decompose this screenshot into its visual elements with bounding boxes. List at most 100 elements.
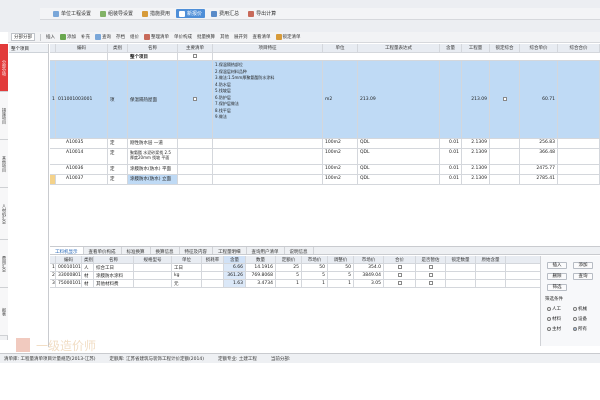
side-tab-resources[interactable]: 人材机汇总 [0, 188, 8, 240]
checkbox[interactable] [428, 281, 433, 285]
resource-row[interactable]: 3 75000101 材 其他材料费 元 1.63 3.4734 1 1 1 3… [50, 280, 540, 288]
side-tab-divisions[interactable]: 分部分项 [0, 44, 8, 92]
tab-user-list[interactable]: 查询用户清单 [247, 247, 285, 255]
unit-price-button[interactable]: 单价构成 [174, 34, 192, 40]
checkbox[interactable] [428, 265, 433, 269]
expand-to-button[interactable]: 展开到 [234, 34, 248, 40]
bill-table: 编码 类别 名称 主要清单 项目特征 单位 工程量表达式 含量 工程量 锁定综合… [50, 44, 600, 244]
status-quota-library: 定额库: 江苏省建筑与装饰工程计价定额(2014) [109, 356, 204, 362]
header-unit-price: 综合单价 [520, 44, 558, 52]
batch-convert-button[interactable]: 批量换算 [197, 34, 215, 40]
resource-action-panel: 插入 添加 删除 查询 筛选 筛选条件 人工 机械 材料 设备 主材 所有 [540, 256, 600, 346]
filter-main-material[interactable]: 主材 [547, 326, 561, 332]
tab-description[interactable]: 说明信息 [285, 247, 314, 255]
project-tree: 整个项目 [9, 44, 49, 347]
export-icon [248, 10, 255, 17]
tab-price-composition[interactable]: 查看单价构成 [84, 247, 122, 255]
row-name: 保温隔热屋面 [128, 61, 178, 138]
lock-list-button[interactable]: 锁定清单 [275, 34, 301, 40]
checkbox[interactable] [502, 97, 507, 101]
header-name: 名称 [128, 44, 178, 52]
checkbox[interactable] [193, 97, 197, 101]
filter-material[interactable]: 材料 [547, 316, 561, 322]
header-quantity: 工程量 [462, 44, 490, 52]
resource-table-header: 编码 类别 名称 规格型号 单位 损耗率 含量 数量 定额价 市场价 调整价 市… [50, 256, 540, 264]
tab-conversion-info[interactable]: 换算信息 [151, 247, 180, 255]
tab-new-quote[interactable]: 新报价 [176, 9, 206, 18]
bottom-band [0, 364, 600, 400]
pricing-button[interactable]: 组价 [130, 34, 139, 40]
tab-export[interactable]: 导出计算 [245, 9, 279, 18]
add-resource-button[interactable]: 添加 [573, 262, 593, 269]
checkbox[interactable] [397, 273, 402, 277]
watermark-text: 一级造价师 [36, 339, 96, 353]
side-tab-measures[interactable]: 措施项目 [0, 92, 8, 140]
radio[interactable] [547, 306, 551, 311]
list-icon [144, 34, 150, 40]
grid-icon [100, 10, 107, 17]
status-quota-major: 定额专业: 土建工程 [217, 356, 257, 362]
tab-quantity-detail[interactable]: 工程量明细 [213, 247, 247, 255]
table-row[interactable]: A10037 定 涂膜防水(防水) 立面 100m2 QDL 0.01 2.13… [50, 175, 600, 185]
table-group-row[interactable]: 整个项目 [50, 53, 600, 61]
tab-measures-fee[interactable]: 措施费用 [139, 9, 173, 18]
header-feature: 项目特征 [213, 44, 323, 52]
module-toolbar: 单位工程设置 组装导设置 措施费用 新报价 费用汇总 导出计算 [40, 8, 600, 20]
tab-features[interactable]: 特征及内容 [180, 247, 213, 255]
tab-fee-summary[interactable]: 费用汇总 [208, 9, 242, 18]
detail-tabs: 工料机显示 查看单价构成 标准换算 换算信息 特征及内容 工程量明细 查询用户清… [50, 246, 600, 255]
filter-all[interactable]: 所有 [573, 326, 587, 332]
query-resource-button[interactable]: 查询 [573, 273, 593, 280]
tab-resources[interactable]: 工料机显示 [50, 247, 84, 255]
filter-labor[interactable]: 人工 [547, 306, 561, 312]
table-row-selected[interactable]: 1 011001003001 项 保温隔热屋面 1.保温隔热部位 2.保温层材料… [50, 61, 600, 139]
header-code: 编码 [56, 44, 108, 52]
insert-button[interactable]: 插入 [46, 34, 55, 40]
radio[interactable] [547, 316, 551, 321]
filter-machine[interactable]: 机械 [573, 306, 587, 312]
radio-selected[interactable] [573, 326, 577, 331]
resource-row[interactable]: 2 33000801 材 涂膜防水涂料 kg 361.26 769.8068 5… [50, 272, 540, 280]
checkbox[interactable] [397, 265, 402, 269]
delete-resource-button[interactable]: 删除 [547, 273, 567, 280]
sum-icon [211, 10, 218, 17]
table-row[interactable]: A10035 定 刚性防水层 一道 100m2 QDL 0.01 2.1309 … [50, 139, 600, 149]
checkbox[interactable] [428, 273, 433, 277]
filter-equipment[interactable]: 设备 [573, 316, 587, 322]
tab-standard-conversion[interactable]: 标准换算 [122, 247, 151, 255]
document-icon [179, 10, 186, 17]
resource-table: 编码 类别 名称 规格型号 单位 损耗率 含量 数量 定额价 市场价 调整价 市… [50, 256, 540, 328]
add-button[interactable]: 添加 [60, 34, 76, 40]
insert-resource-button[interactable]: 插入 [547, 262, 567, 269]
filter-title: 筛选条件 [545, 297, 563, 302]
tidy-list-button[interactable]: 整理清单 [144, 34, 169, 40]
add-icon [60, 34, 66, 40]
edit-toolbar: 分部分部 插入 添加 补充 查询 存档 组价 整理清单 单价构成 批量换算 其他… [8, 32, 600, 43]
tab-unit-settings[interactable]: 单位工程设置 [50, 9, 94, 18]
radio[interactable] [573, 306, 577, 311]
checkbox[interactable] [397, 281, 402, 285]
query-button[interactable]: 查询 [95, 34, 111, 40]
side-tab-fee-summary[interactable]: 费用汇总 [0, 240, 8, 288]
table-header: 编码 类别 名称 主要清单 项目特征 单位 工程量表达式 含量 工程量 锁定综合… [50, 44, 600, 53]
resource-row[interactable]: 1 00010101 人 综合工日 工日 6.66 14.1916 25 50 … [50, 264, 540, 272]
tab-assembly-settings[interactable]: 组装导设置 [97, 9, 136, 18]
radio[interactable] [573, 316, 577, 321]
supplement-button[interactable]: 补充 [81, 34, 90, 40]
view-list-button[interactable]: 查看清单 [253, 34, 271, 40]
toolbar-division-button[interactable]: 分部分部 [11, 33, 35, 41]
filter-button[interactable]: 筛选 [547, 284, 567, 291]
side-tab-other[interactable]: 其他项目 [0, 140, 8, 188]
side-tab-reports[interactable]: 报表 [0, 288, 8, 336]
status-list-library: 清单库: 工程量清单项目计量规范(2013-江苏) [4, 356, 96, 362]
archive-button[interactable]: 存档 [116, 34, 125, 40]
watermark-logo: 一级造价师 [16, 338, 96, 353]
row-quantity: 213.09 [462, 61, 490, 138]
radio[interactable] [547, 326, 551, 331]
checkbox[interactable] [193, 54, 197, 58]
table-row[interactable]: A10014 定 聚氨酯 水泥砂浆找 2.5 厚度20mm 找坡 平面 100m… [50, 149, 600, 165]
other-button[interactable]: 其他 [220, 34, 229, 40]
app-window: 单位工程设置 组装导设置 措施费用 新报价 费用汇总 导出计算 分部分部 插入 … [0, 0, 600, 400]
row-code: 011001003001 [56, 61, 108, 138]
table-row[interactable]: A10036 定 涂膜防水(防水) 平面 100m2 QDL 0.01 2.13… [50, 165, 600, 175]
